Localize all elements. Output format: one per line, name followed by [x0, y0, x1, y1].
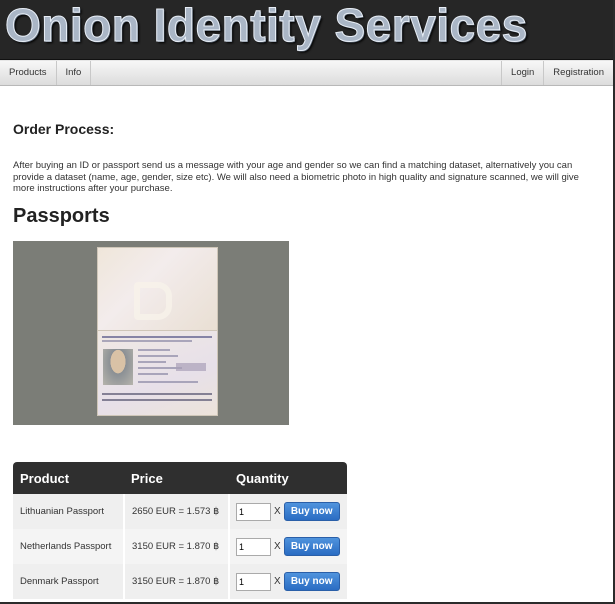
mrz-line	[102, 399, 212, 401]
col-product: Product	[13, 462, 124, 494]
product-price: 2650 EUR = 1.573 ฿	[124, 494, 230, 529]
quantity-cell: X Buy now	[229, 494, 347, 529]
data-line	[138, 349, 170, 351]
table-row: Netherlands Passport 3150 EUR = 1.870 ฿ …	[13, 529, 347, 564]
buy-now-button[interactable]: Buy now	[283, 502, 340, 521]
quantity-input[interactable]	[236, 502, 271, 521]
product-price: 3150 EUR = 1.870 ฿	[124, 564, 230, 599]
product-price: 3150 EUR = 1.870 ฿	[124, 529, 230, 564]
top-navbar: Products Info Login Registration	[0, 60, 613, 86]
data-line	[138, 361, 166, 363]
order-process-heading: Order Process:	[13, 121, 115, 137]
passports-heading: Passports	[13, 205, 110, 227]
hologram	[176, 363, 206, 371]
passport-page-top	[97, 247, 218, 332]
products-table: Product Price Quantity Lithuanian Passpo…	[13, 462, 347, 599]
order-process-text: After buying an ID or passport send us a…	[13, 160, 579, 194]
passport-header-line	[102, 340, 192, 342]
product-name: Netherlands Passport	[13, 529, 125, 564]
nav-info[interactable]: Info	[57, 61, 92, 85]
browser-viewport: Onion Identity Services Products Info Lo…	[0, 0, 615, 604]
buy-now-button[interactable]: Buy now	[283, 572, 340, 591]
mrz-line	[102, 393, 212, 395]
col-quantity: Quantity	[229, 462, 347, 494]
watermark-shape	[134, 282, 172, 320]
times-symbol: X	[274, 576, 281, 587]
nav-products[interactable]: Products	[0, 61, 57, 85]
times-symbol: X	[274, 541, 281, 552]
nav-registration[interactable]: Registration	[543, 61, 613, 85]
passport-photo	[13, 241, 289, 425]
table-row: Lithuanian Passport 2650 EUR = 1.573 ฿ X…	[13, 494, 347, 529]
passport-data-page	[97, 330, 218, 416]
quantity-input[interactable]	[236, 537, 271, 556]
nav-login[interactable]: Login	[501, 61, 543, 85]
quantity-cell: X Buy now	[229, 564, 347, 599]
product-name: Lithuanian Passport	[13, 494, 125, 529]
quantity-input[interactable]	[236, 572, 271, 591]
buy-now-button[interactable]: Buy now	[283, 537, 340, 556]
table-header-row: Product Price Quantity	[13, 462, 347, 494]
table-row: Denmark Passport 3150 EUR = 1.870 ฿ X Bu…	[13, 564, 347, 599]
nav-right: Login Registration	[501, 61, 613, 85]
portrait-photo	[103, 349, 133, 385]
passport-header-line	[102, 336, 212, 338]
product-name: Denmark Passport	[13, 564, 125, 599]
times-symbol: X	[274, 506, 281, 517]
col-price: Price	[124, 462, 229, 494]
data-line	[138, 373, 168, 375]
quantity-cell: X Buy now	[229, 529, 347, 564]
data-line	[138, 355, 178, 357]
site-title: Onion Identity Services	[5, 0, 528, 52]
site-banner: Onion Identity Services	[0, 0, 613, 60]
data-line	[138, 381, 198, 383]
nav-left: Products Info	[0, 61, 92, 85]
